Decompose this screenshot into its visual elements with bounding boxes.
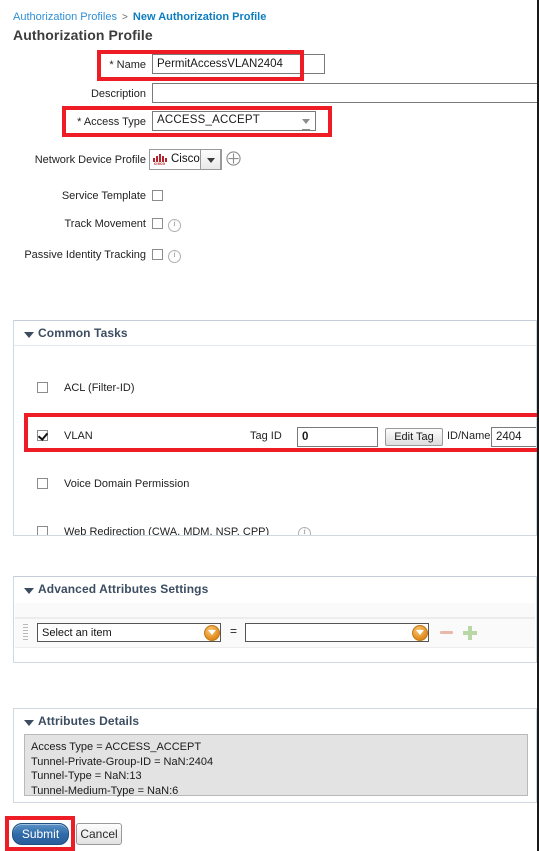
- breadcrumb-parent-link[interactable]: Authorization Profiles: [13, 11, 117, 23]
- id-name-input[interactable]: [491, 427, 536, 447]
- network-device-profile-dropdown-button[interactable]: [200, 149, 221, 170]
- collapse-triangle-icon[interactable]: [24, 588, 34, 594]
- attributes-details-panel: Attributes Details Access Type = ACCESS_…: [13, 708, 537, 803]
- operator-equals: =: [230, 624, 238, 638]
- collapse-triangle-icon[interactable]: [24, 332, 34, 338]
- cisco-logo-icon: cisco: [153, 154, 169, 166]
- attributes-details-header[interactable]: Attributes Details: [14, 709, 536, 733]
- voice-domain-permission-checkbox[interactable]: [37, 478, 48, 489]
- access-type-select[interactable]: ACCESS_ACCEPT: [152, 111, 316, 131]
- web-redirection-label: Web Redirection (CWA, MDM, NSP, CPP): [64, 526, 270, 535]
- advanced-attributes-panel: Advanced Attributes Settings =: [13, 576, 537, 663]
- attributes-details-text: Access Type = ACCESS_ACCEPT Tunnel-Priva…: [24, 734, 528, 797]
- breadcrumb-separator: >: [122, 12, 128, 23]
- attribute-value-input[interactable]: [245, 623, 429, 642]
- advanced-attributes-header[interactable]: Advanced Attributes Settings: [14, 577, 536, 601]
- network-device-profile-label: Network Device Profile: [34, 154, 146, 166]
- advanced-attributes-title: Advanced Attributes Settings: [38, 582, 209, 596]
- name-label: * Name: [109, 59, 146, 71]
- breadcrumb-current: New Authorization Profile: [132, 11, 267, 23]
- attribute-dropdown-icon[interactable]: [204, 625, 220, 641]
- access-type-label: * Access Type: [77, 116, 146, 128]
- network-device-profile-value: Cisco: [171, 153, 200, 165]
- id-name-label: ID/Name: [447, 430, 491, 442]
- advanced-attributes-row: =: [15, 618, 535, 648]
- common-tasks-header[interactable]: Common Tasks: [14, 321, 536, 346]
- attributes-details-title: Attributes Details: [38, 714, 140, 728]
- value-dropdown-icon[interactable]: [412, 625, 428, 641]
- vlan-checkbox[interactable]: [37, 430, 48, 441]
- tag-id-label: Tag ID: [250, 430, 282, 442]
- common-tasks-panel: Common Tasks ACL (Filter-ID) VLAN Tag ID…: [13, 320, 537, 536]
- cisco-wordmark: cisco: [154, 161, 166, 166]
- page-title: Authorization Profile: [13, 27, 153, 43]
- tag-id-input[interactable]: [297, 427, 378, 447]
- voice-domain-permission-label: Voice Domain Permission: [64, 478, 190, 490]
- task-row-web-redirection: Web Redirection (CWA, MDM, NSP, CPP): [14, 522, 536, 535]
- advanced-attributes-table-header: [15, 603, 535, 618]
- web-redirection-info-icon[interactable]: [298, 527, 311, 535]
- drag-handle-icon[interactable]: [23, 624, 28, 642]
- name-input[interactable]: [152, 54, 325, 74]
- attribute-select-input[interactable]: [37, 623, 221, 642]
- track-movement-info-icon[interactable]: [168, 219, 181, 232]
- edit-tag-button[interactable]: Edit Tag: [385, 428, 443, 446]
- add-attribute-button[interactable]: [463, 626, 477, 640]
- passive-identity-tracking-label: Passive Identity Tracking: [24, 249, 146, 261]
- remove-attribute-button[interactable]: [440, 631, 453, 634]
- submit-button[interactable]: Submit: [12, 823, 69, 845]
- access-type-value: ACCESS_ACCEPT: [157, 114, 260, 126]
- service-template-checkbox[interactable]: [152, 190, 163, 201]
- acl-label: ACL (Filter-ID): [64, 382, 135, 394]
- authorization-profile-page: Authorization Profiles > New Authorizati…: [0, 0, 537, 851]
- passive-identity-tracking-checkbox[interactable]: [152, 249, 163, 260]
- service-template-label: Service Template: [61, 190, 146, 202]
- task-row-vlan: VLAN Tag ID Edit Tag ID/Name: [14, 426, 536, 452]
- track-movement-checkbox[interactable]: [152, 218, 163, 229]
- breadcrumb: Authorization Profiles > New Authorizati…: [13, 11, 266, 23]
- description-label: Description: [90, 88, 146, 100]
- acl-checkbox[interactable]: [37, 382, 48, 393]
- task-row-acl: ACL (Filter-ID): [14, 378, 536, 404]
- task-row-voice-domain: Voice Domain Permission: [14, 474, 536, 500]
- chevron-down-icon: [207, 158, 215, 163]
- cancel-button[interactable]: Cancel: [76, 823, 122, 845]
- chevron-down-icon: [302, 119, 310, 130]
- track-movement-label: Track Movement: [64, 218, 146, 230]
- passive-identity-tracking-info-icon[interactable]: [168, 250, 181, 263]
- description-input[interactable]: [152, 83, 537, 103]
- common-tasks-title: Common Tasks: [38, 326, 128, 340]
- web-redirection-checkbox[interactable]: [37, 526, 48, 535]
- collapse-triangle-icon[interactable]: [24, 720, 34, 726]
- vlan-label: VLAN: [64, 430, 93, 442]
- add-circle-icon[interactable]: [226, 151, 241, 166]
